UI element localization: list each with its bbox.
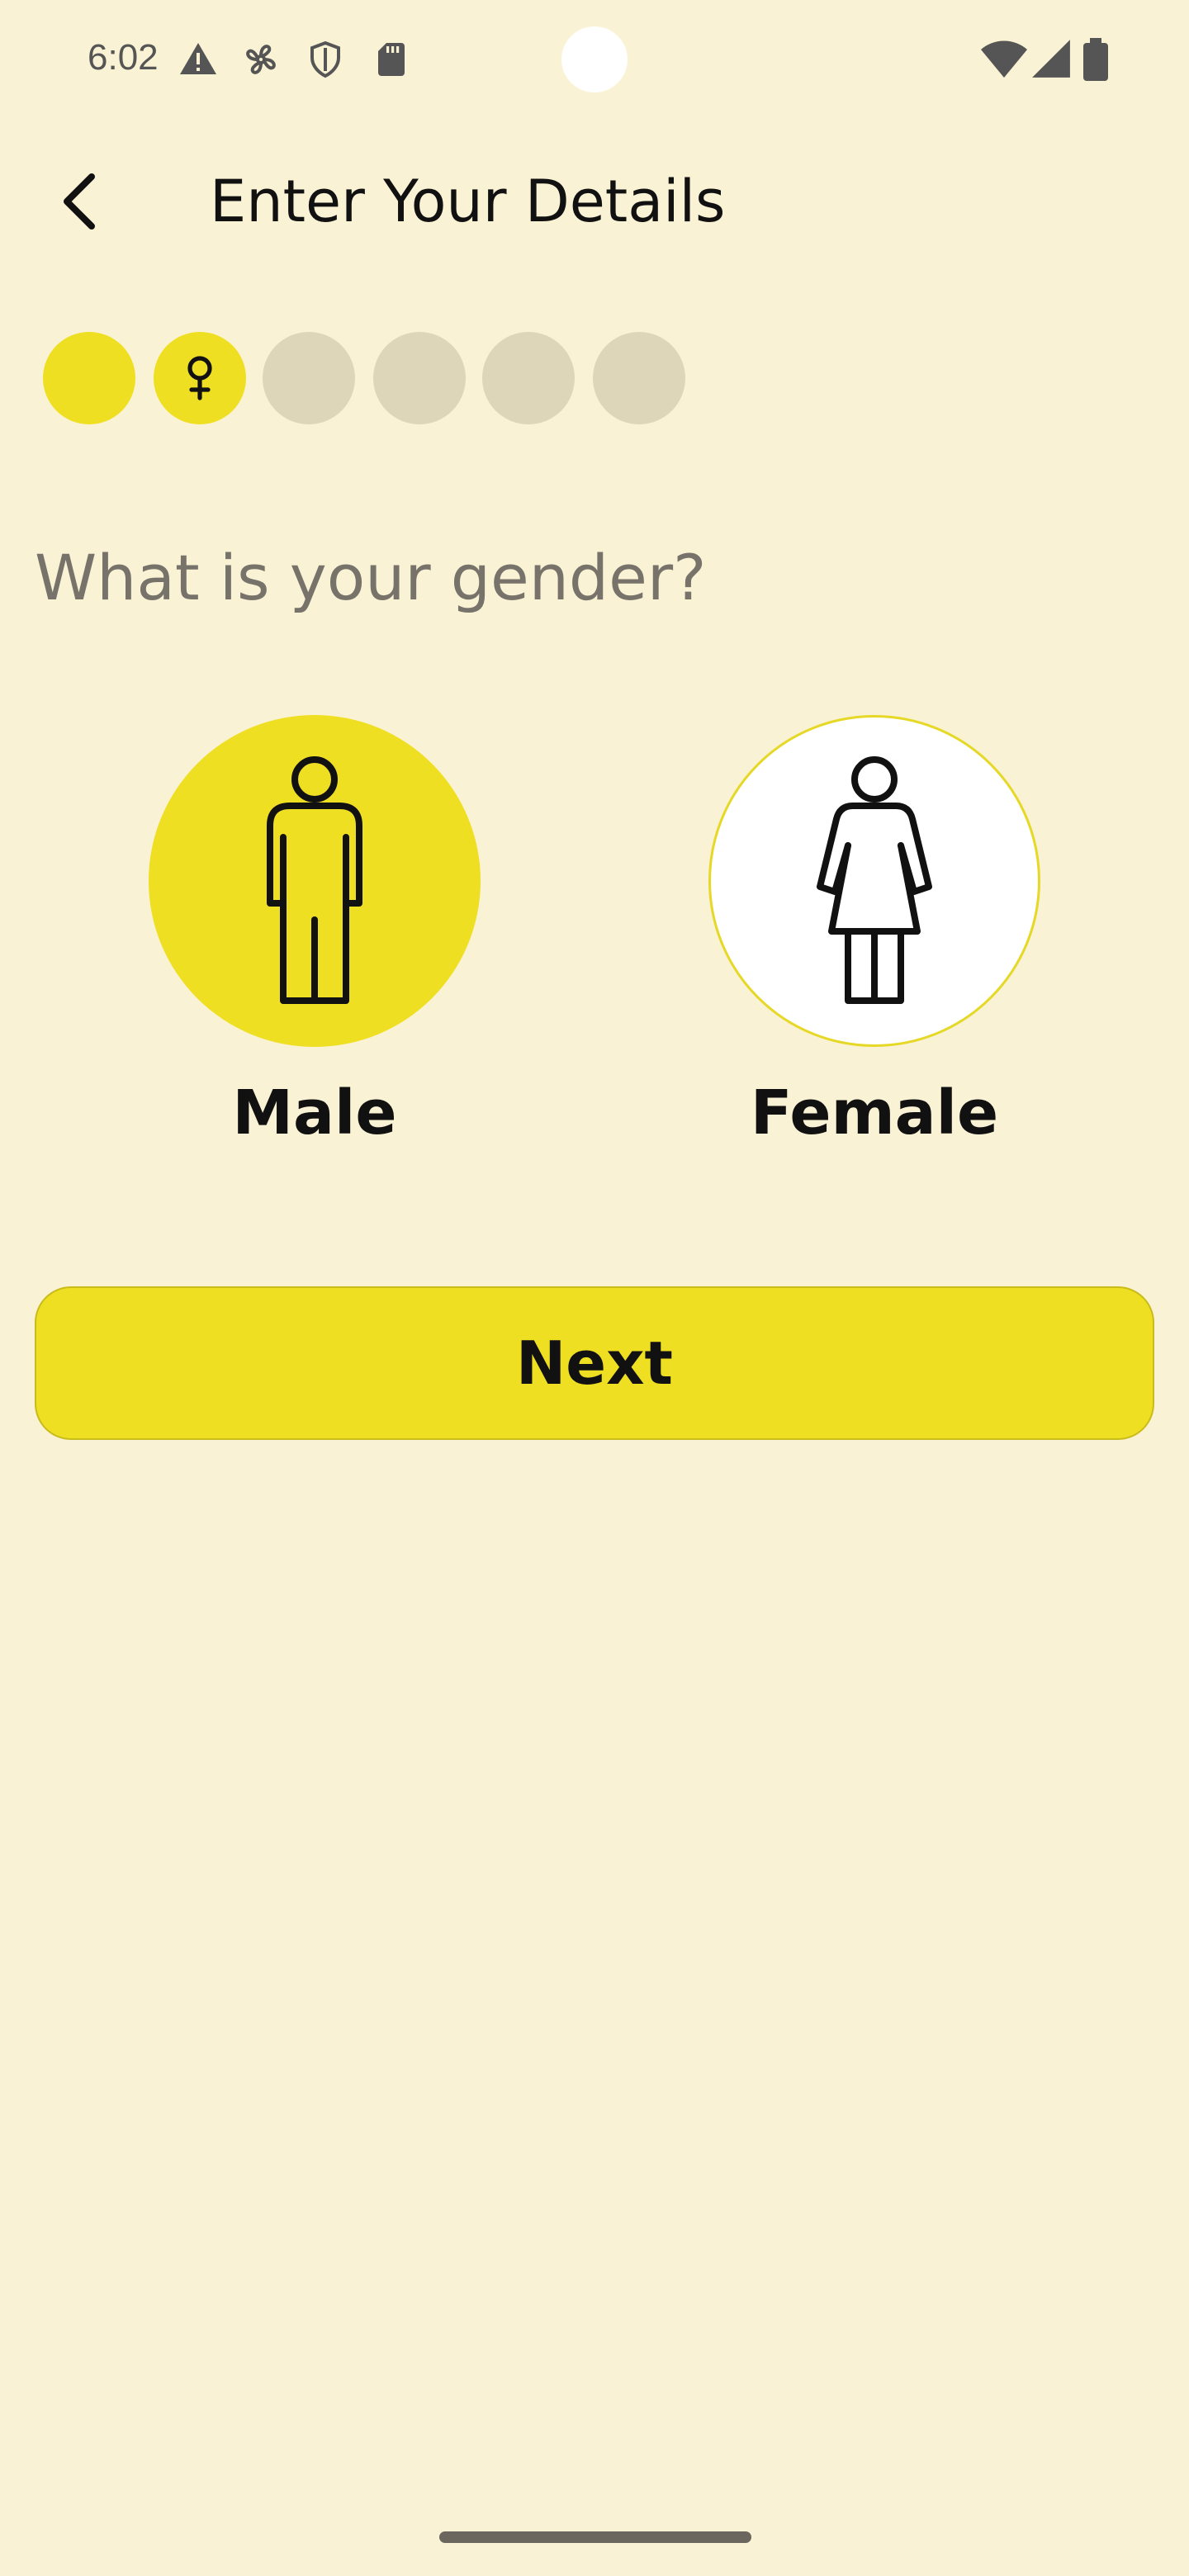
warning-icon bbox=[178, 40, 218, 79]
female-option-button[interactable] bbox=[708, 715, 1040, 1047]
female-figure-icon bbox=[817, 756, 932, 1004]
progress-step-2 bbox=[154, 332, 246, 424]
camera-cutout bbox=[561, 26, 628, 92]
signal-icon bbox=[1030, 38, 1072, 79]
fan-icon bbox=[241, 40, 281, 79]
progress-step-4 bbox=[373, 332, 466, 424]
page-title: Enter Your Details bbox=[210, 168, 726, 235]
male-figure-icon bbox=[267, 756, 362, 1004]
sd-card-icon bbox=[372, 40, 411, 79]
status-time: 6:02 bbox=[88, 37, 159, 78]
male-option-button[interactable] bbox=[149, 715, 481, 1047]
battery-icon bbox=[1083, 38, 1108, 81]
progress-step-5 bbox=[482, 332, 575, 424]
shield-icon bbox=[306, 40, 345, 79]
wifi-icon bbox=[981, 38, 1027, 81]
progress-step-3 bbox=[263, 332, 355, 424]
home-indicator[interactable] bbox=[439, 2531, 751, 2543]
back-arrow-icon bbox=[64, 173, 95, 230]
back-button[interactable] bbox=[46, 162, 112, 241]
progress-step-6 bbox=[593, 332, 685, 424]
next-button[interactable]: Next bbox=[35, 1286, 1154, 1440]
female-symbol-icon bbox=[187, 356, 212, 400]
gender-question: What is your gender? bbox=[35, 541, 707, 614]
male-label: Male bbox=[232, 1077, 397, 1148]
progress-step-1 bbox=[43, 332, 135, 424]
female-label: Female bbox=[750, 1077, 999, 1148]
